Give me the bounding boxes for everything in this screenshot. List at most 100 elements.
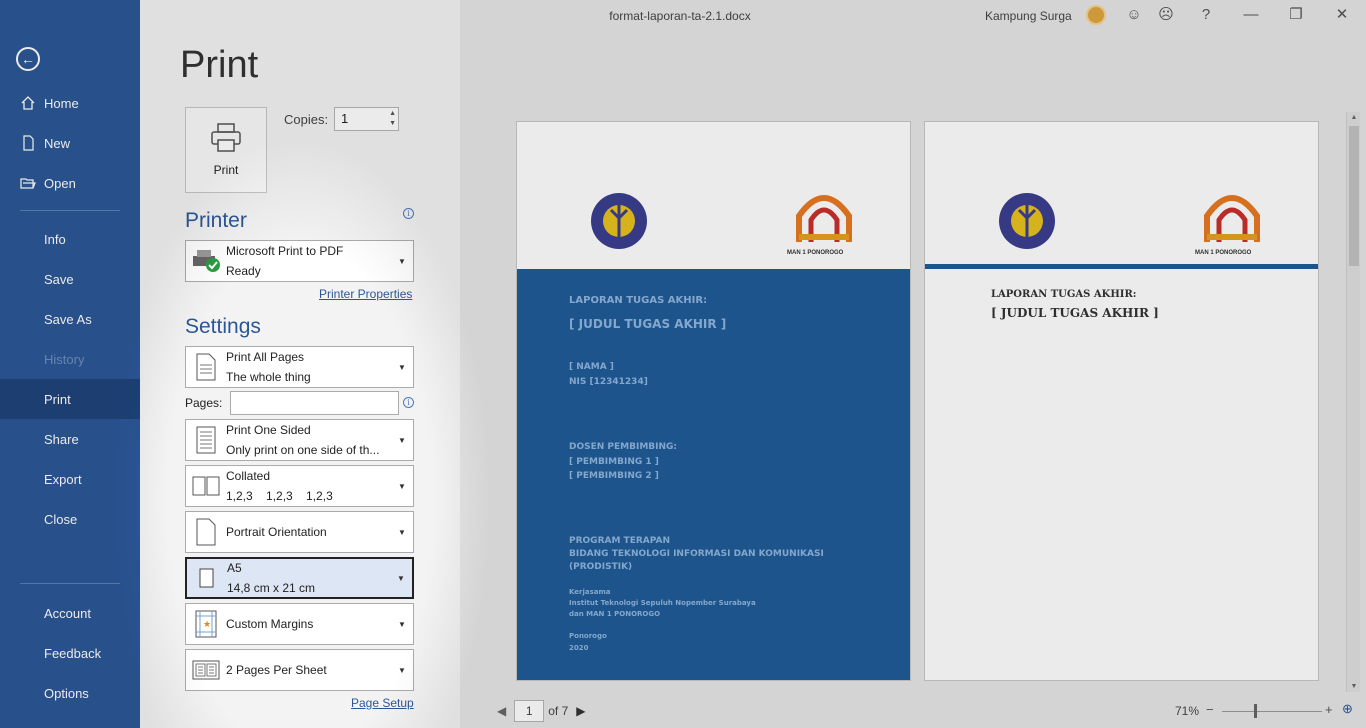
- nav-label: Account: [44, 605, 91, 621]
- its-gear-logo: [591, 193, 647, 249]
- print-button[interactable]: Print: [185, 107, 267, 193]
- page-title: Print: [180, 44, 259, 86]
- zoom-in-button[interactable]: +: [1325, 702, 1333, 717]
- printer-status: Ready: [226, 264, 261, 278]
- chevron-down-icon: ▼: [398, 256, 406, 266]
- nav-item-open[interactable]: Open: [0, 163, 140, 203]
- cover-label: LAPORAN TUGAS AKHIR:: [569, 295, 708, 306]
- orientation-dropdown[interactable]: Portrait Orientation ▼: [185, 511, 414, 553]
- user-name[interactable]: Kampung Surga: [985, 9, 1072, 23]
- nav-label: Close: [44, 511, 78, 527]
- backstage-nav: ← Home New Open Info Save Save As Histor…: [0, 0, 140, 728]
- nav-label: Options: [44, 685, 89, 701]
- next-page-icon[interactable]: ▶: [576, 704, 585, 718]
- scroll-thumb[interactable]: [1349, 126, 1359, 266]
- chevron-down-icon: ▼: [398, 665, 406, 675]
- zoom-slider-handle[interactable]: [1254, 704, 1257, 718]
- nav-item-feedback[interactable]: Feedback: [0, 633, 140, 673]
- preview-scrollbar[interactable]: ▲ ▼: [1346, 112, 1360, 692]
- minimize-icon[interactable]: —: [1241, 6, 1261, 26]
- printer-name: Microsoft Print to PDF: [226, 244, 344, 258]
- cover-title: [ JUDUL TUGAS AKHIR ]: [569, 317, 727, 331]
- nav-label: Home: [44, 95, 79, 111]
- zoom-out-button[interactable]: −: [1206, 702, 1214, 717]
- two-pages-icon: [186, 659, 226, 681]
- one-sided-icon: [186, 426, 226, 454]
- printer-properties-link[interactable]: Printer Properties: [319, 287, 412, 301]
- nav-item-save[interactable]: Save: [0, 259, 140, 299]
- pages-input[interactable]: [230, 391, 399, 415]
- chevron-down-icon: ▼: [398, 619, 406, 629]
- printer-dropdown[interactable]: Microsoft Print to PDF Ready ▼: [185, 240, 414, 282]
- setting-main: Print All Pages: [226, 350, 305, 364]
- scroll-up-icon[interactable]: ▲: [1347, 114, 1361, 121]
- nav-item-options[interactable]: Options: [0, 673, 140, 713]
- nav-label: History: [44, 351, 85, 367]
- nav-item-save-as[interactable]: Save As: [0, 299, 140, 339]
- close-icon[interactable]: ✕: [1332, 6, 1352, 26]
- setting-sub: 14,8 cm x 21 cm: [227, 581, 316, 595]
- zoom-level[interactable]: 71%: [1175, 704, 1199, 718]
- page-count: of 7: [548, 704, 569, 718]
- nav-label: Info: [44, 231, 66, 247]
- copies-stepper[interactable]: 1 ▲ ▼: [334, 107, 399, 131]
- pages-label: Pages:: [185, 396, 223, 410]
- paper-size-dropdown[interactable]: A5 14,8 cm x 21 cm ▼: [185, 557, 414, 599]
- stepper-arrows-icon[interactable]: ▲ ▼: [389, 109, 396, 129]
- print-range-dropdown[interactable]: Print All Pages The whole thing ▼: [185, 346, 414, 388]
- page-setup-link[interactable]: Page Setup: [351, 696, 414, 710]
- svg-text:★: ★: [203, 620, 211, 630]
- nav-divider: [20, 583, 120, 584]
- nav-item-share[interactable]: Share: [0, 419, 140, 459]
- print-button-label: Print: [213, 163, 239, 177]
- margins-icon: ★: [186, 610, 226, 638]
- setting-main: Custom Margins: [226, 617, 314, 631]
- its-gear-logo: [999, 193, 1055, 249]
- chevron-down-icon: ▼: [398, 481, 406, 491]
- nav-item-home[interactable]: Home: [0, 83, 140, 123]
- margins-dropdown[interactable]: ★ Custom Margins ▼: [185, 603, 414, 645]
- nav-label: Share: [44, 431, 79, 447]
- info-icon[interactable]: i: [403, 397, 414, 408]
- setting-sub: Only print on one side of th...: [226, 443, 380, 457]
- setting-sub: The whole thing: [226, 370, 311, 384]
- smile-feedback-icon[interactable]: ☺: [1124, 6, 1144, 26]
- frown-feedback-icon[interactable]: ☹: [1156, 6, 1176, 26]
- chevron-down-icon: ▼: [398, 527, 406, 537]
- avatar[interactable]: [1086, 5, 1106, 25]
- new-document-icon: [23, 135, 34, 151]
- previous-page-icon[interactable]: ◀: [497, 704, 506, 718]
- scroll-down-icon[interactable]: ▼: [1347, 683, 1361, 690]
- nav-item-account[interactable]: Account: [0, 593, 140, 633]
- zoom-slider[interactable]: [1222, 711, 1322, 712]
- nav-item-print[interactable]: Print: [0, 379, 140, 419]
- restore-icon[interactable]: ❐: [1286, 6, 1306, 26]
- setting-main: Portrait Orientation: [226, 525, 327, 539]
- nav-label: Feedback: [44, 645, 102, 661]
- setting-main: Print One Sided: [226, 423, 311, 437]
- chevron-down-icon: ▼: [398, 362, 406, 372]
- nav-item-export[interactable]: Export: [0, 459, 140, 499]
- collation-dropdown[interactable]: Collated 1,2,3 1,2,3 1,2,3 ▼: [185, 465, 414, 507]
- nav-item-close[interactable]: Close: [0, 499, 140, 539]
- info-icon[interactable]: i: [403, 208, 414, 219]
- back-arrow-icon[interactable]: ←: [16, 47, 40, 71]
- nav-label: Open: [44, 175, 76, 191]
- cover-pembimbing-2: [ PEMBIMBING 2 ]: [569, 471, 659, 481]
- current-page-input[interactable]: 1: [514, 700, 545, 722]
- document-title: format-laporan-ta-2.1.docx: [609, 9, 751, 23]
- logo-caption: MAN 1 PONOROGO: [787, 250, 844, 256]
- page2-title: [ JUDUL TUGAS AKHIR ]: [991, 306, 1159, 320]
- nav-item-new[interactable]: New: [0, 123, 140, 163]
- nav-item-info[interactable]: Info: [0, 219, 140, 259]
- man-ponorogo-logo: [796, 195, 852, 242]
- page2-label: LAPORAN TUGAS AKHIR:: [991, 289, 1137, 300]
- help-icon[interactable]: ?: [1196, 6, 1216, 26]
- sides-dropdown[interactable]: Print One Sided Only print on one side o…: [185, 419, 414, 461]
- fit-page-icon[interactable]: ⊕: [1342, 701, 1353, 717]
- folder-open-icon: [20, 178, 36, 189]
- pages-per-sheet-dropdown[interactable]: 2 Pages Per Sheet ▼: [185, 649, 414, 691]
- copies-value: 1: [341, 111, 349, 126]
- cover-man: dan MAN 1 PONOROGO: [569, 610, 661, 618]
- pages-icon: [186, 353, 226, 381]
